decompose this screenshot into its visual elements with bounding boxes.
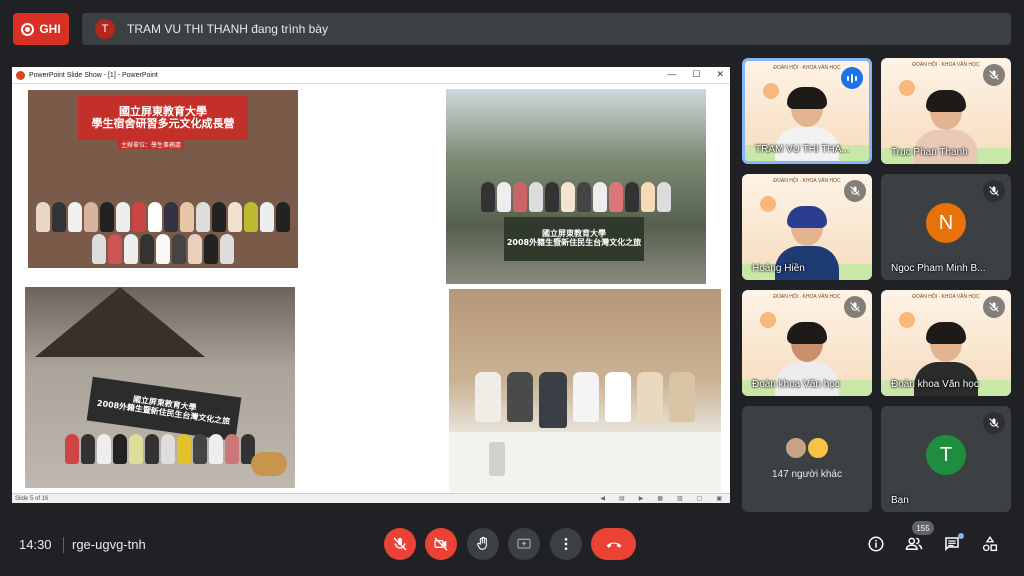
speaking-indicator-icon	[841, 67, 863, 89]
normal-view-icon[interactable]: ▦	[657, 495, 663, 502]
record-label: GHI	[39, 22, 61, 36]
slide-counter: Slide 5 of 16	[15, 495, 49, 502]
mic-off-icon	[983, 180, 1005, 202]
photo-2-banner: 國立屏東教育大學 2008外籍生暨新住民生台灣文化之旅	[504, 217, 644, 261]
camera-off-icon	[434, 537, 448, 551]
mic-toggle-button[interactable]	[384, 528, 416, 560]
mic-off-icon	[983, 296, 1005, 318]
self-avatar: T	[926, 435, 966, 475]
people-count-badge: 155	[912, 521, 934, 535]
info-icon	[868, 536, 884, 552]
participant-tile[interactable]: ĐOÀN HỘI · KHOA VĂN HỌC Truc Phan Thanh	[881, 58, 1011, 164]
divider	[63, 537, 64, 553]
mic-off-icon	[393, 537, 407, 551]
more-options-button[interactable]	[550, 528, 582, 560]
meeting-code: rge-ugvg-tnh	[72, 537, 146, 552]
slide-photo-1: 國立屏東教育大學 學生宿舍研習多元文化成長營 主辦單位：學生事務處	[28, 90, 298, 268]
participant-name: Bạn	[891, 495, 909, 506]
prev-slide-icon[interactable]: ◀	[600, 495, 605, 502]
participant-name: Đoàn khoa Văn học	[891, 379, 979, 390]
slideshow-title: PowerPoint Slide Show - [1] - PowerPoint	[29, 71, 158, 79]
photo-1-banner: 國立屏東教育大學 學生宿舍研習多元文化成長營	[78, 96, 248, 140]
end-call-icon	[606, 542, 621, 548]
raise-hand-button[interactable]	[467, 528, 499, 560]
participant-name: Hoàng Hiền	[752, 263, 805, 274]
mic-off-icon	[983, 64, 1005, 86]
mic-off-icon	[983, 412, 1005, 434]
participant-name: Ngoc Pham Minh B...	[891, 263, 986, 274]
participant-name: Đoàn khoa Văn học	[752, 379, 840, 390]
meeting-details-button[interactable]	[866, 534, 886, 554]
camera-toggle-button[interactable]	[425, 528, 457, 560]
participant-avatar	[806, 436, 830, 460]
others-tile[interactable]: 147 người khác	[742, 406, 872, 512]
slide-photo-2: 國立屏東教育大學 2008外籍生暨新住民生台灣文化之旅	[446, 89, 706, 284]
photo-1-subtitle: 主辦單位：學生事務處	[118, 140, 185, 149]
mic-off-icon	[844, 296, 866, 318]
participant-name: Truc Phan Thanh	[891, 147, 968, 158]
participant-avatar	[784, 436, 808, 460]
mic-off-icon	[844, 180, 866, 202]
participant-tile[interactable]: ĐOÀN HỘI · KHOA VĂN HỌC Đoàn khoa Văn họ…	[742, 290, 872, 396]
reading-view-icon[interactable]: ▢	[697, 495, 703, 502]
slideshow-status-bar: Slide 5 of 16 ◀ ▤ ▶ ▦ ▥ ▢ ▣	[12, 493, 730, 503]
slide-sorter-icon[interactable]: ▥	[677, 495, 683, 502]
slide-photo-3: 國立屏東教育大學 2008外籍生暨新住民生台灣文化之旅	[25, 287, 295, 488]
chat-notification-dot	[958, 533, 964, 539]
participant-tile-presenter[interactable]: ĐOÀN HỘI · KHOA VĂN HỌC TRAM VU THI THA.…	[742, 58, 872, 164]
slide-photo-4	[449, 289, 721, 492]
more-options-icon	[564, 538, 568, 550]
close-icon[interactable]: ✕	[716, 69, 724, 80]
record-icon	[21, 22, 35, 36]
presentation-window[interactable]: PowerPoint Slide Show - [1] - PowerPoint…	[12, 67, 730, 503]
slideshow-title-bar: PowerPoint Slide Show - [1] - PowerPoint…	[12, 67, 730, 84]
participant-tile[interactable]: ĐOÀN HỘI · KHOA VĂN HỌC Đoàn khoa Văn họ…	[881, 290, 1011, 396]
maximize-icon[interactable]: ☐	[692, 69, 700, 80]
activities-button[interactable]	[980, 534, 1000, 554]
record-button[interactable]: GHI	[13, 13, 69, 45]
others-count: 147 người khác	[772, 469, 842, 480]
powerpoint-icon	[16, 70, 25, 80]
activities-icon	[982, 536, 998, 552]
self-tile[interactable]: T Bạn	[881, 406, 1011, 512]
present-button[interactable]	[508, 528, 540, 560]
participant-tile[interactable]: N Ngoc Pham Minh B...	[881, 174, 1011, 280]
clock: 14:30	[19, 537, 52, 552]
participant-tile[interactable]: ĐOÀN HỘI · KHOA VĂN HỌC Hoàng Hiền	[742, 174, 872, 280]
slide: 國立屏東教育大學 學生宿舍研習多元文化成長營 主辦單位：學生事務處 國立屏東教育…	[12, 84, 730, 493]
participant-avatar: N	[926, 203, 966, 243]
presenter-avatar: T	[95, 19, 115, 39]
participant-name: TRAM VU THI THA...	[755, 144, 850, 155]
menu-icon[interactable]: ▤	[619, 495, 625, 502]
people-button[interactable]	[904, 534, 924, 554]
next-slide-icon[interactable]: ▶	[639, 495, 644, 502]
zoom-icon[interactable]: ▣	[716, 495, 722, 502]
people-icon	[905, 537, 923, 550]
presenting-text: TRAM VU THI THANH đang trình bày	[127, 22, 328, 36]
raise-hand-icon	[477, 536, 487, 550]
presenting-banner: T TRAM VU THI THANH đang trình bày	[82, 13, 1011, 45]
present-icon	[517, 538, 531, 549]
leave-call-button[interactable]	[591, 528, 636, 560]
minimize-icon[interactable]: —	[667, 69, 676, 80]
